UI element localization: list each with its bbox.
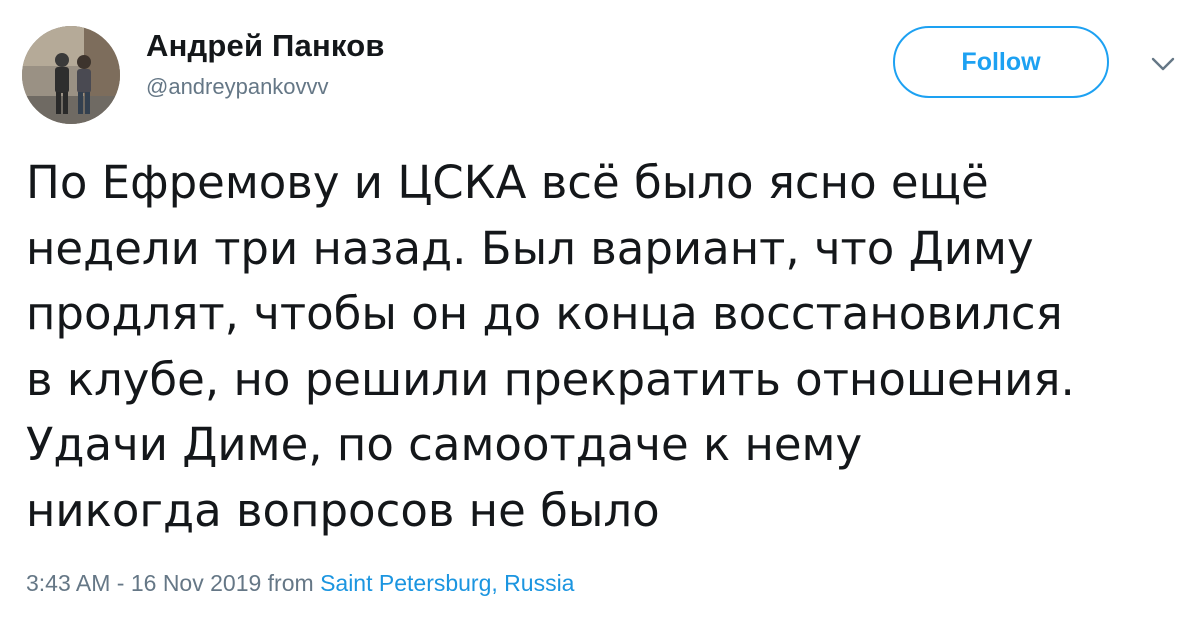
tweet-text-line: недели три назад. Был вариант, что Диму <box>26 221 1034 275</box>
avatar-photo <box>22 26 120 124</box>
follow-button[interactable]: Follow <box>893 26 1109 98</box>
display-name[interactable]: Андрей Панков <box>146 28 385 64</box>
tweet-card: Андрей Панков @andreypankovvv Follow По … <box>0 0 1200 630</box>
avatar[interactable] <box>22 26 120 124</box>
author-block: Андрей Панков @andreypankovvv <box>146 28 385 102</box>
location-link[interactable]: Saint Petersburg, Russia <box>320 570 574 596</box>
tweet-text: По Ефремову и ЦСКА всё было ясно ещё нед… <box>26 150 1186 543</box>
tweet-date[interactable]: 16 Nov 2019 <box>131 570 261 596</box>
tweet-text-line: продлят, чтобы он до конца восстановился <box>26 287 1063 340</box>
tweet-text-line: По Ефремову и ЦСКА всё было ясно ещё <box>26 156 989 209</box>
chevron-down-icon[interactable] <box>1150 55 1176 73</box>
tweet-text-line: Удачи Диме, по самоотдаче к нему <box>26 418 863 471</box>
tweet-text-line: никогда вопросов не было <box>26 483 660 537</box>
meta-separator: - <box>116 570 125 596</box>
from-label: from <box>267 570 314 596</box>
tweet-text-line: в клубе, но решили прекратить отношения. <box>26 352 1075 406</box>
user-handle[interactable]: @andreypankovvv <box>146 72 385 102</box>
tweet-metadata: 3:43 AM - 16 Nov 2019 from Saint Petersb… <box>26 568 574 598</box>
tweet-time[interactable]: 3:43 AM <box>26 570 110 596</box>
